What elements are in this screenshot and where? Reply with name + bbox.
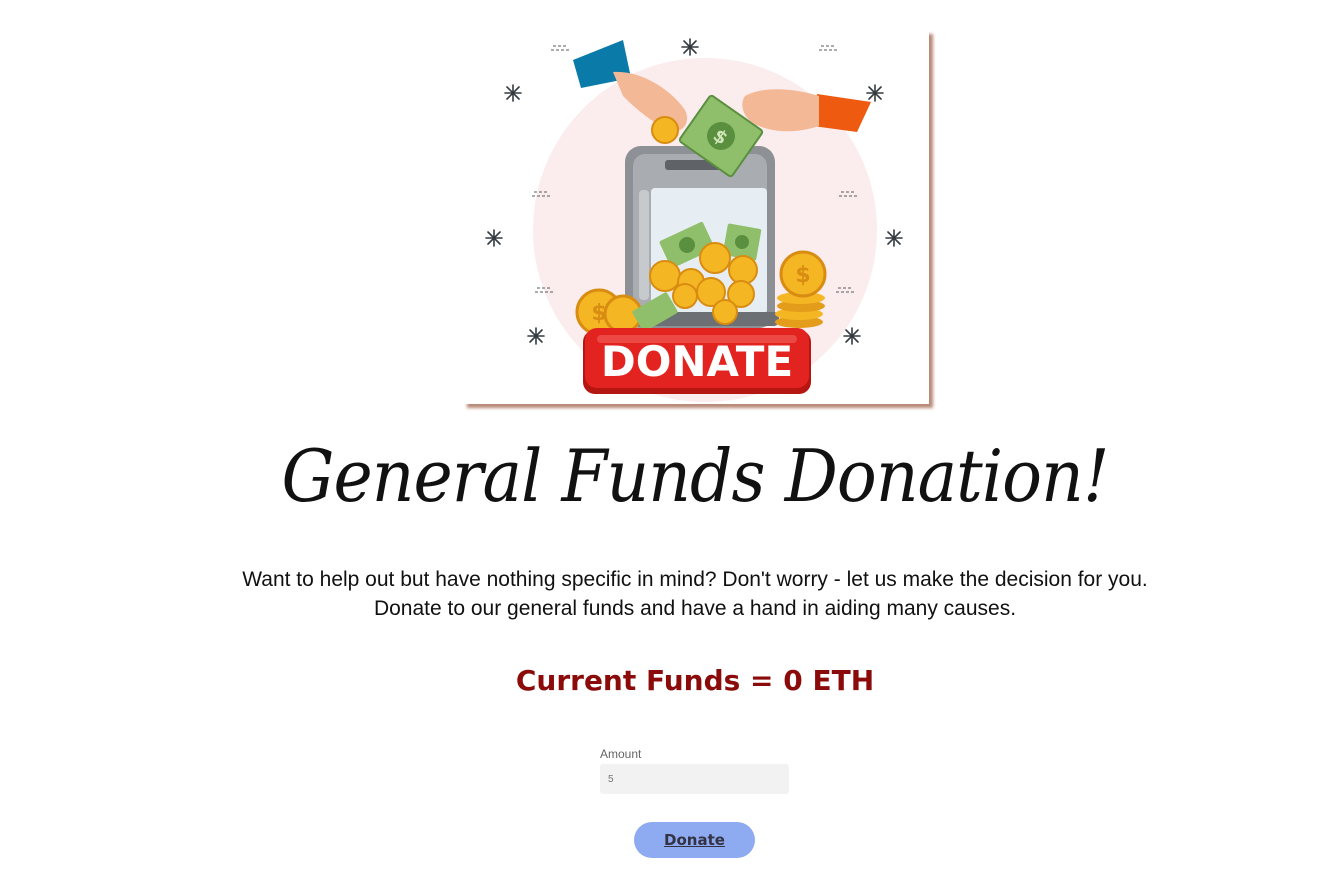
donate-button[interactable]: Donate [634,822,755,858]
current-funds: Current Funds = 0 ETH [515,664,875,697]
right-hand [742,89,871,132]
donate-banner: DONATE [583,328,811,394]
amount-label: Amount [600,747,642,761]
donate-illustration: $ $ DONATE $ [463,30,929,404]
svg-text:DONATE: DONATE [601,337,793,386]
intro-line-2: Donate to our general funds and have a h… [373,597,1017,620]
intro-text: Want to help out but have nothing specif… [0,565,1327,623]
page-title: General Funds Donation! [281,434,1109,518]
svg-text:$: $ [591,301,606,326]
donation-page: $ $ DONATE $ General Funds Donation! Wan… [0,0,1327,871]
svg-text:$: $ [795,263,810,288]
amount-input[interactable] [600,764,789,794]
intro-line-1: Want to help out but have nothing specif… [242,568,1148,591]
